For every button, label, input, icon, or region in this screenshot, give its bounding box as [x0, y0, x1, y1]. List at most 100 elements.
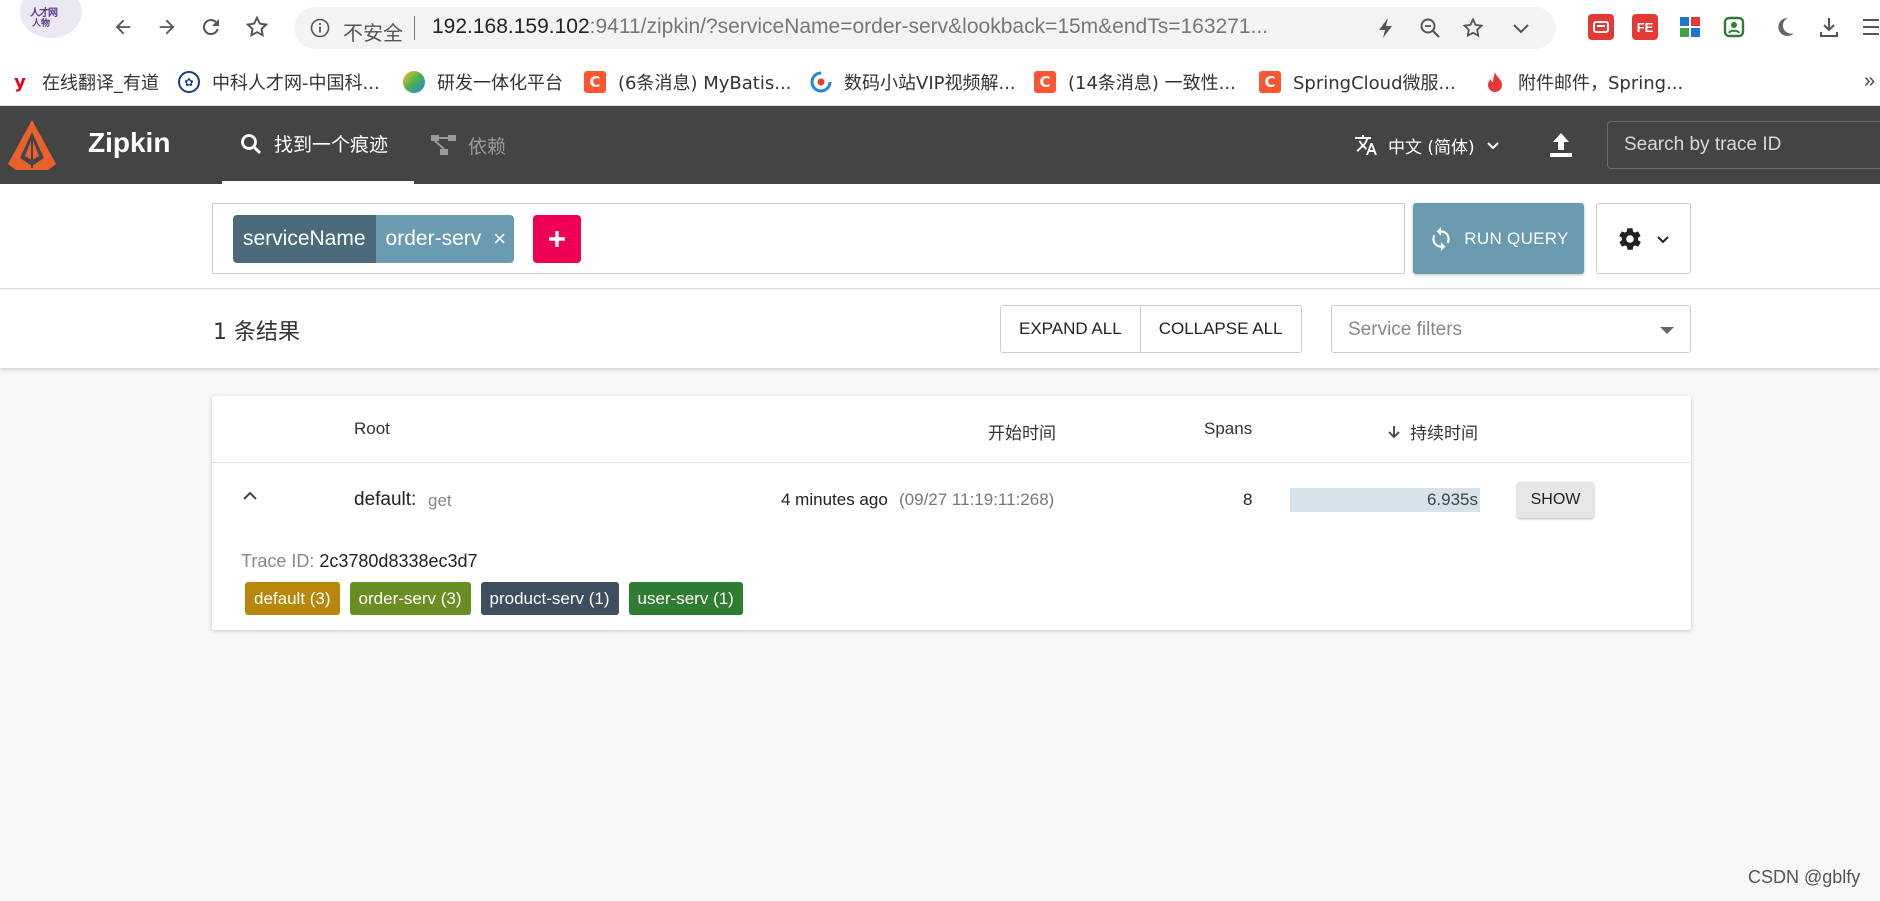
chevron-down-icon: [1486, 142, 1499, 150]
moon-icon[interactable]: [1772, 14, 1798, 40]
collapse-all-button[interactable]: COLLAPSE ALL: [1139, 306, 1301, 352]
browser-toolbar: 人才网 人物 不安全 192.168.159.102:9411/zipkin/?s…: [0, 0, 1880, 56]
trace-id-label: Trace ID:: [241, 551, 315, 571]
url-separator: [414, 16, 415, 40]
chip-remove-button[interactable]: ×: [491, 215, 515, 263]
arrow-left-icon: [115, 19, 131, 35]
service-badge[interactable]: order-serv (3): [349, 582, 471, 615]
app-title[interactable]: Zipkin: [88, 127, 170, 159]
csdn-icon: C: [1259, 71, 1281, 93]
profile-avatar[interactable]: 人才网 人物: [20, 0, 82, 38]
insecure-label: 不安全: [343, 21, 403, 45]
bookmark-label: 附件邮件，Spring...: [1518, 73, 1684, 94]
root-span-name: get: [428, 491, 452, 510]
bookmark-label: (14条消息) 一致性...: [1068, 73, 1236, 94]
bookmarks-overflow-button[interactable]: »: [1864, 70, 1875, 93]
root-service-name: default:: [354, 489, 417, 510]
start-time-relative: 4 minutes ago: [781, 490, 888, 509]
zoom-icon[interactable]: [1418, 16, 1442, 40]
extension-red-icon[interactable]: [1588, 14, 1614, 40]
address-bar[interactable]: 不安全 192.168.159.102:9411/zipkin/?service…: [294, 7, 1556, 49]
bookmark-item[interactable]: C (6条消息) MyBatis...: [584, 70, 791, 94]
bookmark-label: (6条消息) MyBatis...: [618, 73, 792, 94]
service-filter-placeholder: Service filters: [1348, 319, 1463, 340]
star-outline-icon: [245, 15, 269, 38]
chevron-down-icon: [1656, 235, 1669, 243]
bookmark-item[interactable]: C SpringCloud微服...: [1259, 70, 1456, 94]
plus-icon: [549, 231, 565, 247]
language-selector[interactable]: 中文 (简体): [1354, 106, 1501, 184]
video-icon: [810, 71, 832, 93]
browser-chrome: 人才网 人物 不安全 192.168.159.102:9411/zipkin/?s…: [0, 0, 1880, 106]
bookmark-item[interactable]: 研发一体化平台: [403, 70, 563, 94]
info-icon[interactable]: [310, 18, 330, 38]
expand-collapse-group: EXPAND ALL COLLAPSE ALL: [1000, 305, 1302, 353]
sort-down-arrow-icon: [1388, 425, 1400, 438]
chevron-down-icon[interactable]: [1509, 16, 1533, 40]
translate-icon: [1355, 135, 1377, 155]
app-header: Zipkin 找到一个痕迹 依赖 中文 (简体): [0, 106, 1880, 184]
url-text[interactable]: 192.168.159.102:9411/zipkin/?serviceName…: [432, 15, 1268, 39]
expand-all-button[interactable]: EXPAND ALL: [1001, 306, 1140, 352]
fire-icon: [1484, 71, 1506, 93]
collapse-row-button[interactable]: [240, 486, 260, 506]
bookmark-label: 研发一体化平台: [437, 73, 563, 94]
lightning-icon[interactable]: [1374, 16, 1398, 40]
forward-button[interactable]: [152, 12, 182, 42]
bookmark-item[interactable]: 附件邮件，Spring...: [1484, 70, 1683, 94]
service-badges: default (3) order-serv (3) product-serv …: [245, 582, 753, 615]
download-icon[interactable]: [1816, 14, 1842, 40]
chevron-up-icon: [243, 491, 257, 500]
bookmark-item[interactable]: C (14条消息) 一致性...: [1034, 70, 1236, 94]
bookmark-item[interactable]: 数码小站VIP视频解...: [810, 70, 1016, 94]
duration-value: 6.935s: [1426, 490, 1478, 509]
show-trace-button[interactable]: SHOW: [1517, 482, 1594, 518]
column-root[interactable]: Root: [354, 419, 390, 439]
service-badge[interactable]: user-serv (1): [628, 582, 743, 615]
column-duration[interactable]: 持续时间: [1386, 419, 1478, 444]
grid-extension-icon[interactable]: [1677, 14, 1703, 40]
table-header: Root 开始时间 Spans 持续时间: [212, 396, 1691, 463]
upload-icon: [1550, 133, 1572, 157]
service-badge[interactable]: default (3): [245, 582, 340, 615]
zipkin-logo-icon[interactable]: [6, 118, 58, 172]
bookmark-label: 在线翻译_有道: [42, 73, 159, 94]
tab-dependencies[interactable]: 依赖: [430, 106, 506, 184]
trace-results-table: Root 开始时间 Spans 持续时间 default: get 4 minu…: [212, 396, 1691, 630]
bookmark-star-button[interactable]: [242, 12, 272, 42]
fe-extension-icon[interactable]: FE: [1632, 14, 1658, 40]
url-host: 192.168.159.102: [432, 15, 590, 38]
tab-dependencies-label: 依赖: [468, 135, 507, 158]
chip-value[interactable]: order-serv: [375, 215, 492, 263]
url-path: :9411/zipkin/?serviceName=order-serv&loo…: [589, 15, 1269, 38]
reload-button[interactable]: [196, 12, 226, 42]
language-label: 中文 (简体): [1388, 137, 1475, 158]
service-badge[interactable]: product-serv (1): [480, 582, 619, 615]
bookmark-label: 数码小站VIP视频解...: [844, 73, 1016, 94]
tab-find-trace[interactable]: 找到一个痕迹: [222, 106, 414, 184]
search-criteria-box[interactable]: serviceName order-serv ×: [212, 203, 1405, 274]
star-icon[interactable]: [1461, 16, 1485, 40]
tab-find-label: 找到一个痕迹: [274, 134, 389, 156]
back-button[interactable]: [108, 12, 138, 42]
bookmark-item[interactable]: ✿ 中科人才网-中国科...: [178, 70, 380, 94]
green-extension-icon[interactable]: [1721, 14, 1747, 40]
trace-id-value: 2c3780d8338ec3d7: [319, 551, 478, 571]
csdn-icon: C: [584, 71, 606, 93]
run-query-button[interactable]: RUN QUERY: [1413, 203, 1584, 274]
service-filter-select[interactable]: Service filters: [1331, 305, 1691, 353]
dependencies-icon: [431, 135, 456, 155]
menu-icon[interactable]: [1858, 14, 1880, 40]
column-start-time[interactable]: 开始时间: [988, 419, 1056, 444]
bookmark-item[interactable]: y 在线翻译_有道: [12, 70, 159, 94]
trace-id-search-input[interactable]: [1607, 121, 1880, 169]
column-spans[interactable]: Spans: [1204, 419, 1252, 439]
upload-json-button[interactable]: [1546, 130, 1576, 160]
csdn-icon: C: [1034, 71, 1056, 93]
search-icon: [241, 133, 262, 154]
criteria-chip[interactable]: serviceName order-serv ×: [233, 215, 515, 263]
chip-key: serviceName: [233, 215, 376, 263]
settings-menu-button[interactable]: [1596, 203, 1691, 274]
cas-icon: ✿: [178, 71, 200, 93]
add-criteria-button[interactable]: [533, 215, 581, 263]
